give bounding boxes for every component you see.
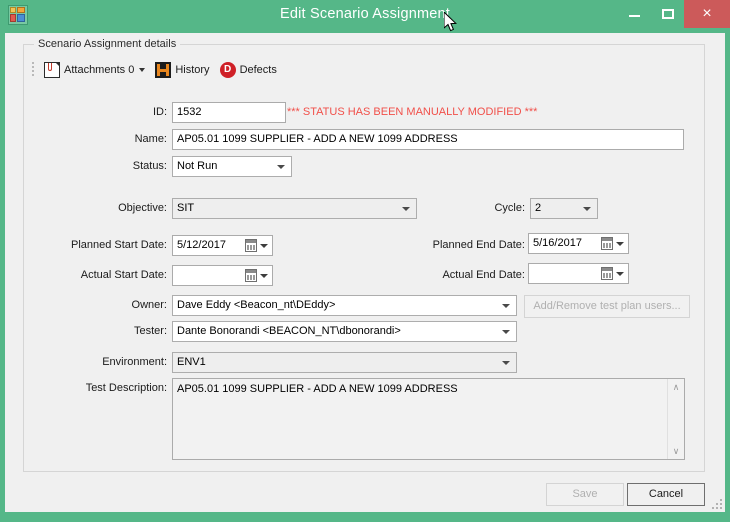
chevron-down-icon[interactable]: [616, 242, 624, 246]
toolbar-grip-handle[interactable]: [30, 61, 37, 79]
details-toolbar: Attachments 0 History D Defects: [30, 58, 283, 82]
chevron-down-icon[interactable]: [139, 68, 146, 72]
tester-label: Tester:: [133, 325, 167, 337]
maximize-icon: [662, 9, 674, 19]
test-description-scrollbar[interactable]: ∧ ∨: [667, 379, 684, 459]
actual-start-date-label: Actual Start Date:: [80, 269, 167, 281]
history-label: History: [175, 64, 210, 76]
defect-icon: D: [219, 62, 236, 78]
resize-grip[interactable]: [710, 497, 722, 509]
scroll-down-icon[interactable]: ∨: [668, 443, 684, 459]
calendar-icon[interactable]: [245, 269, 257, 282]
cycle-value: 2: [535, 202, 542, 214]
history-icon: [155, 62, 172, 78]
cycle-label: Cycle:: [494, 202, 525, 214]
chevron-down-icon: [277, 165, 285, 169]
add-remove-test-plan-users-button[interactable]: Add/Remove test plan users...: [524, 295, 690, 318]
chevron-down-icon[interactable]: [260, 274, 268, 278]
actual-start-date-field[interactable]: [172, 265, 273, 286]
objective-label: Objective:: [118, 202, 167, 214]
objective-value: SIT: [177, 202, 195, 214]
title-bar[interactable]: Edit Scenario Assignment ×: [0, 0, 730, 33]
planned-end-date-label: Planned End Date:: [432, 239, 525, 251]
status-modified-warning: *** STATUS HAS BEEN MANUALLY MODIFIED **…: [287, 106, 538, 118]
id-field[interactable]: 1532: [172, 102, 286, 123]
tester-dropdown[interactable]: Dante Bonorandi <BEACON_NT\dbonorandi>: [172, 321, 517, 342]
groupbox-legend: Scenario Assignment details: [34, 38, 181, 50]
planned-end-date-value: 5/16/2017: [533, 237, 582, 249]
planned-start-date-label: Planned Start Date:: [70, 239, 167, 251]
owner-label: Owner:: [131, 299, 167, 311]
owner-dropdown[interactable]: Dave Eddy <Beacon_nt\DEddy>: [172, 295, 517, 316]
environment-dropdown[interactable]: ENV1: [172, 352, 517, 373]
status-value: Not Run: [177, 160, 218, 172]
actual-end-date-label: Actual End Date:: [442, 269, 525, 281]
calendar-icon[interactable]: [245, 239, 257, 252]
environment-label: Environment:: [102, 356, 167, 368]
planned-start-date-field[interactable]: 5/12/2017: [172, 235, 273, 256]
test-description-label: Test Description:: [85, 382, 167, 394]
actual-end-date-field[interactable]: [528, 263, 629, 284]
maximize-button[interactable]: [651, 0, 684, 28]
defects-button[interactable]: D Defects: [216, 59, 281, 81]
scroll-up-icon[interactable]: ∧: [668, 379, 684, 395]
owner-value: Dave Eddy <Beacon_nt\DEddy>: [177, 299, 336, 311]
name-label: Name:: [134, 133, 167, 145]
chevron-down-icon: [502, 361, 510, 365]
history-button[interactable]: History: [151, 59, 213, 81]
cycle-dropdown[interactable]: 2: [530, 198, 598, 219]
minimize-icon: [629, 15, 640, 17]
close-button[interactable]: ×: [684, 0, 730, 28]
tester-value: Dante Bonorandi <BEACON_NT\dbonorandi>: [177, 325, 401, 337]
status-dropdown[interactable]: Not Run: [172, 156, 292, 177]
attachments-label: Attachments 0: [64, 64, 135, 76]
close-icon: ×: [702, 5, 712, 22]
chevron-down-icon[interactable]: [616, 272, 624, 276]
edit-scenario-assignment-window: Edit Scenario Assignment × Scenario Assi…: [0, 0, 730, 522]
objective-dropdown[interactable]: SIT: [172, 198, 417, 219]
minimize-button[interactable]: [618, 0, 651, 28]
calendar-icon[interactable]: [601, 267, 613, 280]
environment-value: ENV1: [177, 356, 206, 368]
defects-label: Defects: [239, 64, 277, 76]
calendar-icon[interactable]: [601, 237, 613, 250]
planned-end-date-field[interactable]: 5/16/2017: [528, 233, 629, 254]
planned-start-date-value: 5/12/2017: [177, 239, 226, 251]
chevron-down-icon: [502, 330, 510, 334]
scenario-assignment-details-group: Scenario Assignment details Attachments …: [23, 38, 705, 472]
cancel-button[interactable]: Cancel: [627, 483, 705, 506]
chevron-down-icon[interactable]: [260, 244, 268, 248]
dialog-client-area: Scenario Assignment details Attachments …: [5, 33, 725, 512]
id-label: ID:: [152, 106, 167, 118]
attachment-icon: [44, 62, 60, 78]
window-controls: ×: [618, 0, 730, 28]
test-description-value: AP05.01 1099 SUPPLIER - ADD A NEW 1099 A…: [177, 383, 458, 395]
chevron-down-icon: [402, 207, 410, 211]
save-button[interactable]: Save: [546, 483, 624, 506]
test-description-field[interactable]: AP05.01 1099 SUPPLIER - ADD A NEW 1099 A…: [172, 378, 685, 460]
name-field[interactable]: AP05.01 1099 SUPPLIER - ADD A NEW 1099 A…: [172, 129, 684, 150]
chevron-down-icon: [502, 304, 510, 308]
status-label: Status:: [132, 160, 167, 172]
chevron-down-icon: [583, 207, 591, 211]
attachments-button[interactable]: Attachments 0: [40, 59, 149, 81]
